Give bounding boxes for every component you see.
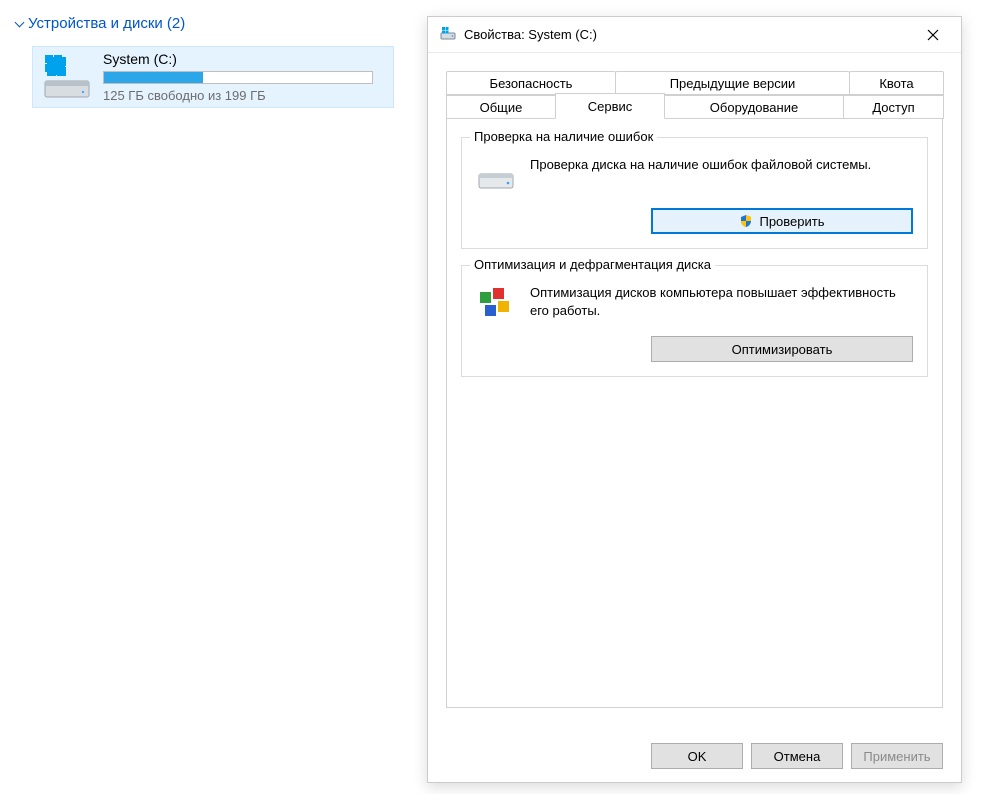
- optimize-button-label: Оптимизировать: [732, 342, 833, 357]
- titlebar[interactable]: Свойства: System (C:): [428, 17, 961, 53]
- tab-previous-versions[interactable]: Предыдущие версии: [615, 71, 850, 95]
- close-icon: [927, 29, 939, 41]
- ok-button[interactable]: OK: [651, 743, 743, 769]
- dialog-footer: OK Отмена Применить: [428, 730, 961, 782]
- drive-icon: [440, 25, 456, 44]
- apply-button[interactable]: Применить: [851, 743, 943, 769]
- optimize-button[interactable]: Оптимизировать: [651, 336, 913, 362]
- devices-group-label: Устройства и диски (2): [28, 15, 185, 32]
- tab-general[interactable]: Общие: [446, 95, 556, 119]
- uac-shield-icon: [739, 214, 753, 228]
- tab-hardware[interactable]: Оборудование: [664, 95, 844, 119]
- drive-name: System (C:): [103, 51, 385, 67]
- drive-subtext: 125 ГБ свободно из 199 ГБ: [103, 88, 385, 103]
- tabs: Безопасность Предыдущие версии Квота Общ…: [446, 71, 943, 708]
- chevron-down-icon: [14, 19, 24, 29]
- error-check-text: Проверка диска на наличие ошибок файлово…: [530, 156, 913, 174]
- tab-security[interactable]: Безопасность: [446, 71, 616, 95]
- tab-tools[interactable]: Сервис: [555, 93, 665, 119]
- drive-item-system-c[interactable]: System (C:) 125 ГБ свободно из 199 ГБ: [32, 46, 394, 108]
- error-check-legend: Проверка на наличие ошибок: [470, 129, 657, 144]
- properties-dialog: Свойства: System (C:) Безопасность Преды…: [427, 16, 962, 783]
- tab-content-tools: Проверка на наличие ошибок Проверка диск…: [446, 118, 943, 708]
- cancel-button[interactable]: Отмена: [751, 743, 843, 769]
- optimize-legend: Оптимизация и дефрагментация диска: [470, 257, 715, 272]
- explorer-devices-section: Устройства и диски (2): [14, 15, 414, 108]
- optimize-group: Оптимизация и дефрагментация диска Оптим…: [461, 265, 928, 377]
- drive-usage-bar: [103, 71, 373, 84]
- close-button[interactable]: [913, 20, 953, 50]
- drive-icon: [41, 51, 93, 103]
- error-check-group: Проверка на наличие ошибок Проверка диск…: [461, 137, 928, 249]
- drive-small-icon: [476, 156, 516, 196]
- defrag-icon: [476, 284, 516, 324]
- tab-quota[interactable]: Квота: [849, 71, 944, 95]
- dialog-title: Свойства: System (C:): [464, 27, 913, 42]
- check-button-label: Проверить: [759, 214, 824, 229]
- tab-sharing[interactable]: Доступ: [843, 95, 944, 119]
- check-button[interactable]: Проверить: [651, 208, 913, 234]
- optimize-text: Оптимизация дисков компьютера повышает э…: [530, 284, 913, 319]
- devices-group-header[interactable]: Устройства и диски (2): [14, 15, 414, 32]
- drive-info: System (C:) 125 ГБ свободно из 199 ГБ: [103, 51, 385, 103]
